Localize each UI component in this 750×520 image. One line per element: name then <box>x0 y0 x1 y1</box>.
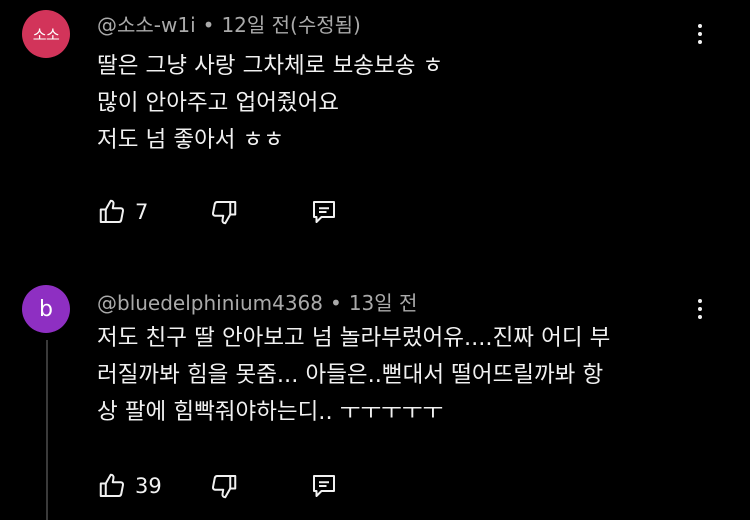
more-vert-icon-dot <box>698 315 702 319</box>
reply-button[interactable] <box>309 197 349 227</box>
thumbs-down-icon <box>211 201 237 225</box>
avatar[interactable]: b <box>22 285 70 333</box>
thumbs-up-icon <box>99 199 125 223</box>
separator-dot: • <box>330 291 342 315</box>
reply-button[interactable] <box>309 471 349 501</box>
more-vert-icon <box>698 299 702 303</box>
thread-line <box>46 340 48 520</box>
more-vert-icon-dot <box>698 32 702 36</box>
comment-text: 저도 친구 딸 안아보고 넘 놀라부렀어유....진짜 어디 부 러질까봐 힘을… <box>97 325 611 425</box>
reply-icon <box>313 475 335 497</box>
comment-text: 딸은 그냥 사랑 그차체로 보송보송 ㅎ 많이 안아주고 업어줬어요 저도 넘 … <box>97 53 444 153</box>
like-button[interactable]: 7 <box>97 197 209 227</box>
comment-time[interactable]: 12일 전(수정됨) <box>221 13 360 37</box>
more-options-button[interactable] <box>688 19 712 49</box>
comment-author[interactable]: @소소-w1i <box>97 13 196 37</box>
comment-actions: 39 <box>97 470 349 502</box>
avatar[interactable]: 소소 <box>22 10 70 58</box>
thumbs-down-icon <box>211 475 237 499</box>
thumbs-up-icon <box>99 473 125 497</box>
comment-item: b @bluedelphinium4368 • 13일 전 저도 친구 딸 안아보고… <box>0 282 750 520</box>
separator-dot: • <box>202 13 215 37</box>
comment-item: 소소 @소소-w1i • 12일 전(수정됨) 딸은 그냥 사랑 그차체로 보송보송… <box>0 0 750 260</box>
like-button[interactable]: 39 <box>97 471 209 501</box>
like-count: 7 <box>135 200 149 224</box>
dislike-button[interactable] <box>209 197 309 227</box>
comment-time[interactable]: 13일 전 <box>349 291 418 315</box>
comment-meta: @bluedelphinium4368 • 13일 전 <box>97 287 417 316</box>
comment-author[interactable]: @bluedelphinium4368 <box>97 291 323 315</box>
reply-icon <box>313 201 335 223</box>
more-vert-icon-dot <box>698 40 702 44</box>
more-vert-icon-dot <box>698 307 702 311</box>
like-count: 39 <box>135 474 162 498</box>
more-vert-icon <box>698 24 702 28</box>
comment-meta: @소소-w1i • 12일 전(수정됨) <box>97 9 361 38</box>
comment-actions: 7 <box>97 196 349 228</box>
dislike-button[interactable] <box>209 471 309 501</box>
